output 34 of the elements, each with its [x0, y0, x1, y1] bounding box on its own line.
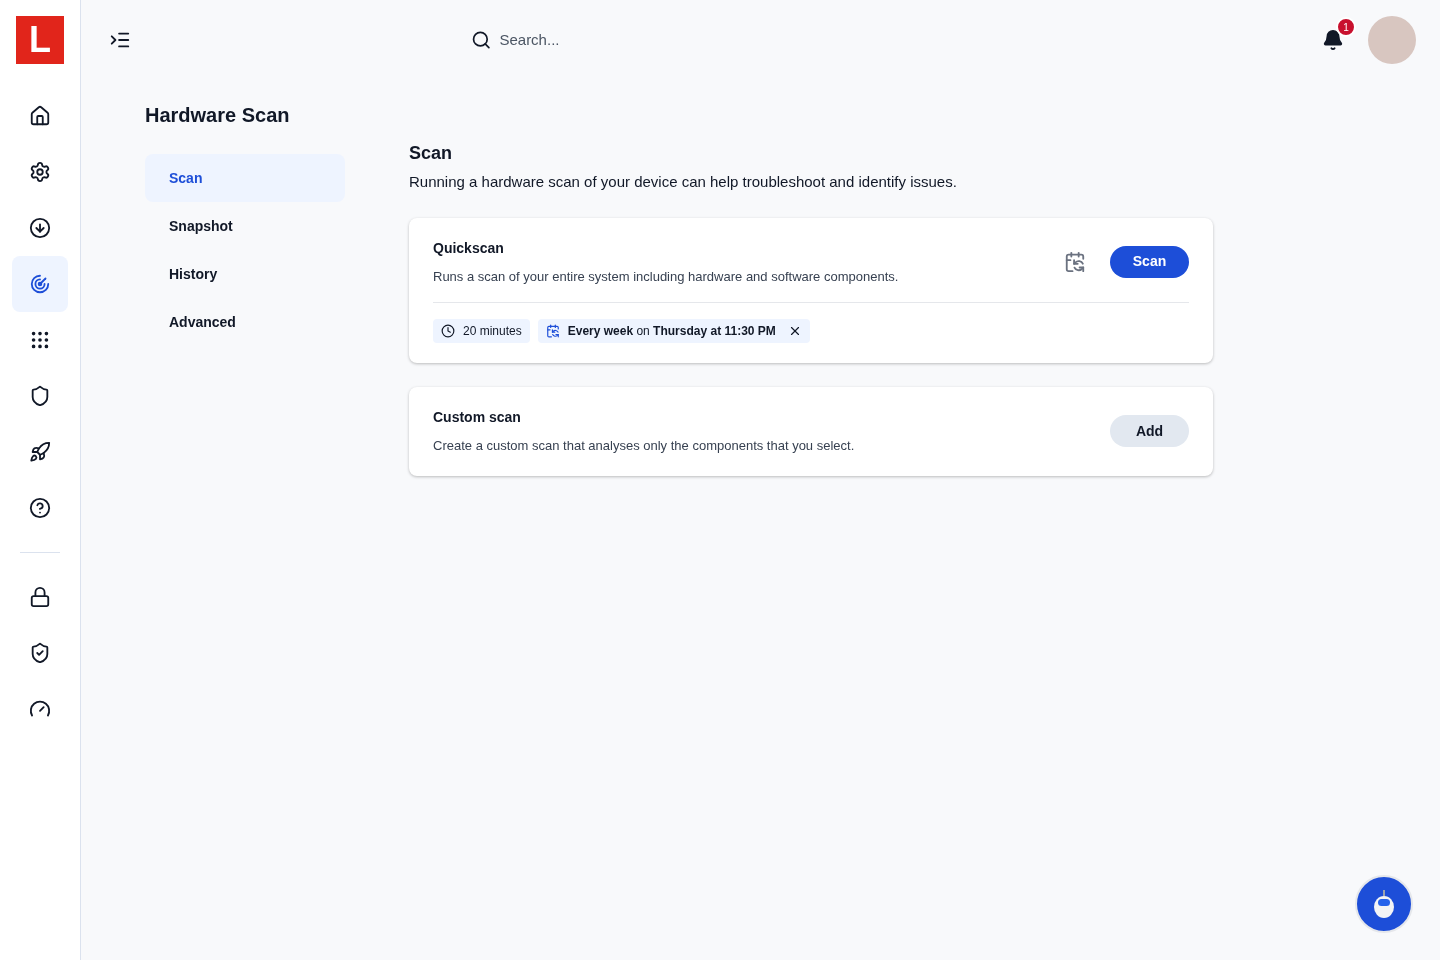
- schedule-icon[interactable]: [1064, 250, 1086, 273]
- subnav-tab[interactable]: Snapshot: [145, 202, 345, 250]
- clock-icon: [441, 324, 455, 338]
- shield-icon: [29, 385, 51, 407]
- settings-icon: [29, 161, 51, 183]
- radar-icon: [29, 273, 51, 295]
- notification-count: 1: [1336, 17, 1356, 37]
- grid-icon: [29, 329, 51, 351]
- subnav-tab[interactable]: Advanced: [145, 298, 345, 346]
- card-description: Runs a scan of your entire system including hardware and software components.: [433, 267, 900, 286]
- section-title: Scan: [409, 142, 454, 165]
- tag-text: Every week on Thursday at 11:30 PM: [567, 323, 776, 340]
- tag-text: 20 minutes: [463, 323, 522, 340]
- scan-button[interactable]: Scan: [1110, 245, 1189, 278]
- add-button[interactable]: Add: [1110, 415, 1189, 448]
- card-description: Create a custom scan that analyses only the components that you select.: [433, 437, 856, 455]
- help-icon: [29, 497, 51, 519]
- card-title: Quickscan: [433, 238, 505, 258]
- logo[interactable]: L: [16, 16, 64, 64]
- rocket-icon: [29, 441, 51, 463]
- bell-icon[interactable]: [1322, 29, 1344, 51]
- page-title: Hardware Scan: [145, 103, 291, 128]
- subnav-tab[interactable]: History: [145, 250, 345, 298]
- shield-check-icon: [29, 642, 51, 664]
- subnav-tab[interactable]: Scan: [145, 154, 345, 202]
- download-icon: [29, 217, 51, 239]
- search-icon: [471, 29, 492, 51]
- search-field[interactable]: Search...: [499, 28, 871, 52]
- calendar-icon: [545, 324, 560, 338]
- home-icon: [29, 105, 51, 127]
- section-description: Running a hardware scan of your device can help troubleshoot and identify issues.: [409, 172, 958, 192]
- lock-icon: [29, 586, 51, 608]
- rail-button[interactable]: [12, 256, 68, 312]
- card-title: Custom scan: [433, 408, 522, 427]
